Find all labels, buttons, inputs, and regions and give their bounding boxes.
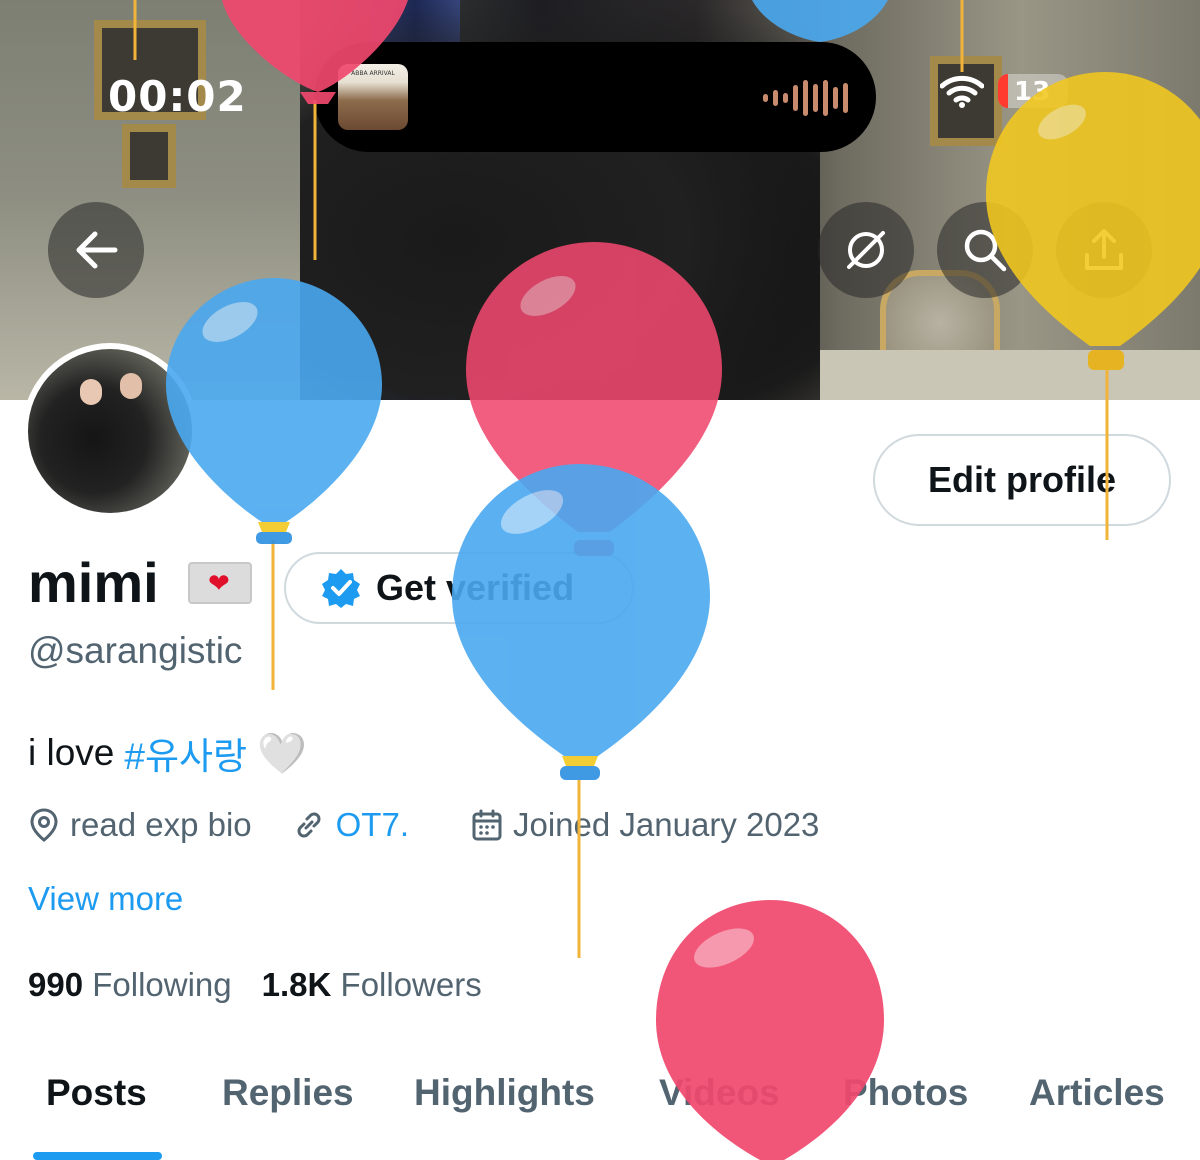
profile-handle: @sarangistic [28,630,243,671]
tab-replies[interactable]: Replies [222,1072,354,1114]
search-button[interactable] [937,202,1033,298]
link-item[interactable]: OT7. [292,806,409,844]
back-button[interactable] [48,202,144,298]
joined-item: Joined January 2023 [471,806,819,844]
following-link[interactable]: 990 Following [28,966,232,1004]
profile-tabs: Posts Replies Highlights Videos Photos A… [0,1060,1200,1160]
grok-button[interactable] [818,202,914,298]
joined-date: Joined January 2023 [513,806,820,843]
search-icon [964,229,1007,272]
profile-link[interactable]: OT7. [336,806,409,844]
followers-count: 1.8K [261,966,332,1003]
share-button[interactable] [1056,202,1152,298]
followers-link[interactable]: 1.8K Followers [262,966,482,1004]
calendar-icon [472,809,502,841]
location-text: read exp bio [70,806,252,843]
tab-articles[interactable]: Articles [1029,1072,1165,1114]
wifi-icon [940,75,984,108]
audio-waveform-icon [763,80,848,116]
active-tab-indicator [33,1152,162,1160]
profile-bio: i love #유사랑 🤍 [28,726,307,780]
edit-profile-button[interactable]: Edit profile [873,434,1171,526]
view-more-link[interactable]: View more [28,880,183,918]
tab-posts[interactable]: Posts [46,1072,147,1114]
share-icon [1085,229,1123,270]
follow-counts: 990 Following 1.8K Followers [28,966,482,1004]
profile-meta: read exp bio OT7. Joined January 2023 [28,806,819,844]
banner-painting [122,124,176,188]
battery-indicator: 13 [998,74,1068,108]
arrow-left-icon [76,231,118,269]
bio-text: i love [28,732,115,773]
following-label: Following [92,966,232,1003]
status-time: 00:02 [108,72,247,121]
link-icon [297,812,321,838]
now-playing-art-label: ABBA ARRIVAL [351,70,395,77]
avatar-image [28,349,192,513]
bio-hashtag[interactable]: #유사랑 [124,726,247,780]
now-playing-artwork: ABBA ARRIVAL [338,64,408,130]
banner-table [820,350,1200,400]
love-letter-icon: ❤ [188,562,252,604]
battery-level: 13 [1014,77,1051,107]
followers-label: Followers [340,966,482,1003]
status-indicators: 13 [940,74,1068,108]
dynamic-island[interactable]: ABBA ARRIVAL [314,42,876,152]
profile-avatar[interactable] [22,343,198,519]
get-verified-label: Get verified [376,567,575,608]
tab-videos[interactable]: Videos [659,1072,780,1114]
grok-icon [847,231,885,269]
white-heart-icon: 🤍 [257,731,308,776]
tab-photos[interactable]: Photos [843,1072,968,1114]
location-item: read exp bio [28,806,252,844]
tab-highlights[interactable]: Highlights [414,1072,595,1114]
verified-badge-icon [322,569,360,608]
location-pin-icon [30,808,58,842]
display-name: mimi [28,551,159,614]
get-verified-button[interactable]: Get verified [284,552,634,624]
following-count: 990 [28,966,84,1003]
